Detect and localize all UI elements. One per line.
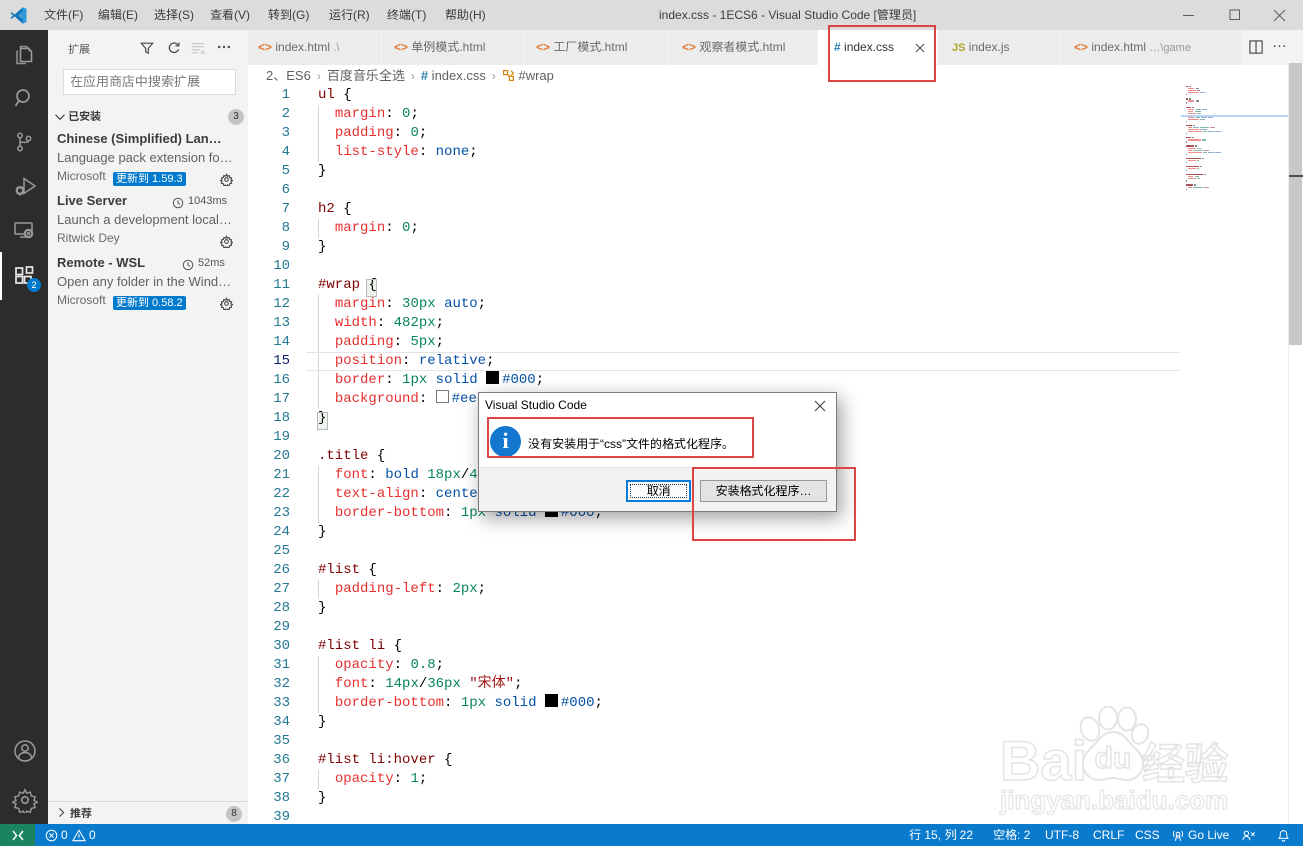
svg-text:du: du: [1095, 742, 1132, 775]
